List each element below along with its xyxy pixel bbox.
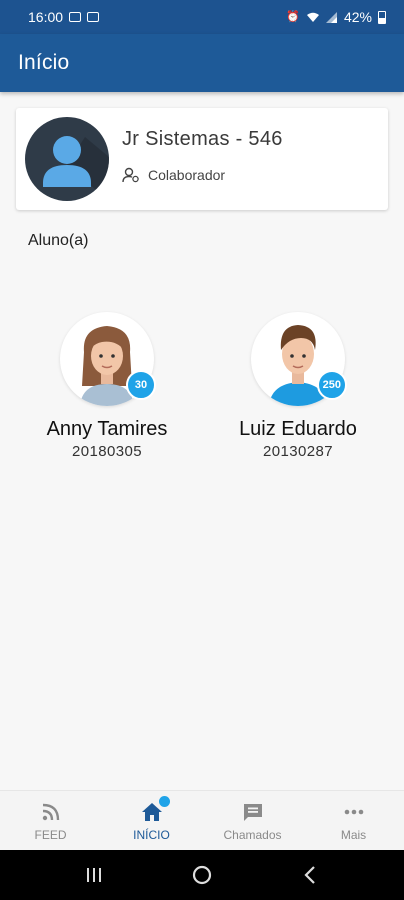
message-notification-icon — [87, 12, 100, 22]
nav-item-mais[interactable]: Mais — [303, 791, 404, 850]
profile-card[interactable]: Jr Sistemas - 546 Colaborador — [16, 108, 388, 210]
profile-avatar — [25, 117, 109, 201]
recent-apps-icon — [87, 868, 101, 882]
nav-label: FEED — [34, 827, 67, 842]
back-chevron-icon — [304, 866, 315, 884]
page-title: Início — [18, 51, 70, 74]
status-right: ⏰ 42% — [286, 9, 386, 25]
nav-item-inicio[interactable]: INÍCIO — [101, 791, 202, 850]
nav-item-chamados[interactable]: Chamados — [202, 791, 303, 850]
chat-icon — [241, 800, 265, 824]
system-nav-bar — [0, 850, 404, 900]
status-bar: 16:00 ⏰ 42% — [0, 0, 404, 34]
wifi-icon — [306, 12, 319, 22]
recent-apps-button[interactable] — [74, 855, 114, 895]
battery-icon — [378, 10, 386, 24]
signal-icon — [325, 11, 337, 23]
student-avatar-wrap: 250 — [251, 312, 347, 406]
status-left: 16:00 — [28, 9, 100, 25]
battery-percent: 42% — [343, 9, 372, 25]
student-badge: 250 — [316, 370, 347, 400]
student-id: 20180305 — [72, 443, 142, 460]
section-label: Aluno(a) — [28, 232, 89, 249]
user-placeholder-icon — [43, 136, 109, 201]
profile-role: Colaborador — [148, 167, 226, 183]
nav-item-feed[interactable]: FEED — [0, 791, 101, 850]
back-button[interactable] — [290, 855, 330, 895]
home-button[interactable] — [182, 855, 222, 895]
student-card[interactable]: 30 Anny Tamires 20180305 — [22, 312, 192, 460]
alarm-icon: ⏰ — [286, 10, 300, 23]
nav-label: Mais — [340, 827, 367, 842]
home-circle-icon — [192, 865, 212, 885]
user-settings-icon — [122, 167, 139, 183]
more-icon — [342, 800, 366, 824]
profile-role-row: Colaborador — [122, 167, 225, 183]
student-name: Anny Tamires — [46, 418, 168, 440]
profile-name: Jr Sistemas - 546 — [122, 128, 283, 150]
student-badge: 30 — [126, 370, 156, 400]
rss-icon — [39, 800, 63, 824]
notification-dot — [158, 795, 170, 807]
student-name: Luiz Eduardo — [239, 418, 357, 440]
home-icon — [140, 795, 170, 824]
bottom-nav: FEED INÍCIO Chamados Mais — [0, 790, 404, 850]
app-bar: Início — [0, 34, 404, 92]
nav-label: Chamados — [223, 827, 282, 842]
nav-label: INÍCIO — [133, 827, 170, 842]
student-avatar-wrap: 30 — [60, 312, 156, 406]
gallery-notification-icon — [69, 12, 82, 22]
student-id: 20130287 — [263, 443, 333, 460]
student-card[interactable]: 250 Luiz Eduardo 20130287 — [213, 312, 383, 460]
status-time: 16:00 — [28, 9, 64, 25]
